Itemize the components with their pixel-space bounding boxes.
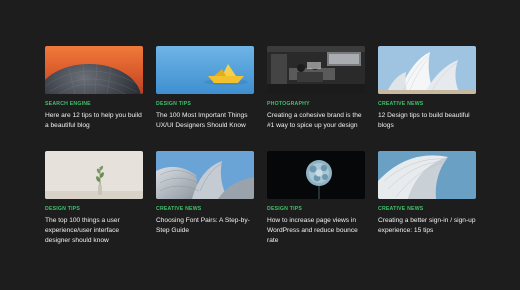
post-title[interactable]: 12 Design tips to build beautiful blogs — [378, 111, 476, 131]
post-title[interactable]: Creating a cohesive brand is the #1 way … — [267, 111, 365, 131]
post-title[interactable]: How to increase page views in WordPress … — [267, 216, 365, 246]
opera-house-image[interactable] — [378, 46, 476, 94]
post-category[interactable]: SEARCH ENGINE — [45, 101, 143, 107]
post-category[interactable]: DESIGN TIPS — [267, 206, 365, 212]
post-category[interactable]: CREATIVE NEWS — [378, 101, 476, 107]
post-card[interactable]: DESIGN TIPS The top 100 things a user ex… — [45, 151, 143, 246]
plant-vase-image[interactable] — [45, 151, 143, 199]
post-category[interactable]: PHOTOGRAPHY — [267, 101, 365, 107]
post-title[interactable]: The 100 Most Important Things UX/UI Desi… — [156, 111, 254, 131]
blog-grid-page: SEARCH ENGINE Here are 12 tips to help y… — [0, 0, 520, 290]
post-card[interactable]: DESIGN TIPS How to increase page views i… — [267, 151, 365, 246]
post-category[interactable]: CREATIVE NEWS — [156, 206, 254, 212]
post-title[interactable]: Creating a better sign-in / sign-up expe… — [378, 216, 476, 236]
post-card[interactable]: CREATIVE NEWS 12 Design tips to build be… — [378, 46, 476, 141]
post-card[interactable]: SEARCH ENGINE Here are 12 tips to help y… — [45, 46, 143, 141]
post-category[interactable]: DESIGN TIPS — [45, 206, 143, 212]
flower-image[interactable] — [267, 151, 365, 199]
post-card[interactable]: CREATIVE NEWS Choosing Font Pairs: A Ste… — [156, 151, 254, 246]
posts-grid: SEARCH ENGINE Here are 12 tips to help y… — [45, 46, 476, 246]
post-card[interactable]: CREATIVE NEWS Creating a better sign-in … — [378, 151, 476, 246]
post-category[interactable]: CREATIVE NEWS — [378, 206, 476, 212]
curved-building-image[interactable] — [156, 151, 254, 199]
post-card[interactable]: PHOTOGRAPHY Creating a cohesive brand is… — [267, 46, 365, 141]
post-category[interactable]: DESIGN TIPS — [156, 101, 254, 107]
post-title[interactable]: The top 100 things a user experience/use… — [45, 216, 143, 246]
dome-image[interactable] — [45, 46, 143, 94]
workspace-image[interactable] — [267, 46, 365, 94]
architecture-image[interactable] — [378, 151, 476, 199]
post-card[interactable]: DESIGN TIPS The 100 Most Important Thing… — [156, 46, 254, 141]
post-title[interactable]: Here are 12 tips to help you build a bea… — [45, 111, 143, 131]
paper-boat-image[interactable] — [156, 46, 254, 94]
post-title[interactable]: Choosing Font Pairs: A Step-by-Step Guid… — [156, 216, 254, 236]
